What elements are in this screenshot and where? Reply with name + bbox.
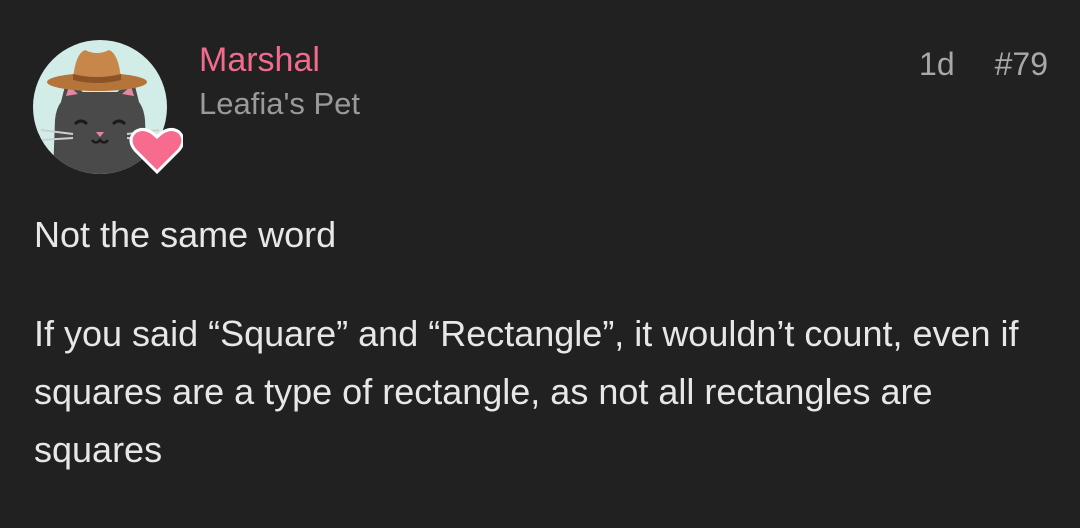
author-name[interactable]: Marshal xyxy=(199,38,320,82)
author-title: Leafia's Pet xyxy=(199,86,361,121)
post-age[interactable]: 1d xyxy=(919,42,955,86)
post-number[interactable]: #79 xyxy=(995,42,1048,86)
post-paragraph: If you said “Square” and “Rectangle”, it… xyxy=(34,313,1019,470)
post-meta: 1d #79 xyxy=(919,42,1048,86)
heart-icon xyxy=(129,127,183,174)
post-paragraph: Not the same word xyxy=(34,214,337,255)
post-body: Not the same word If you said “Square” a… xyxy=(34,206,1054,520)
forum-post: Marshal Leafia's Pet 1d #79 Not the same… xyxy=(0,0,1080,528)
avatar[interactable] xyxy=(33,40,183,174)
cowboy-cat-avatar-icon xyxy=(33,40,183,174)
